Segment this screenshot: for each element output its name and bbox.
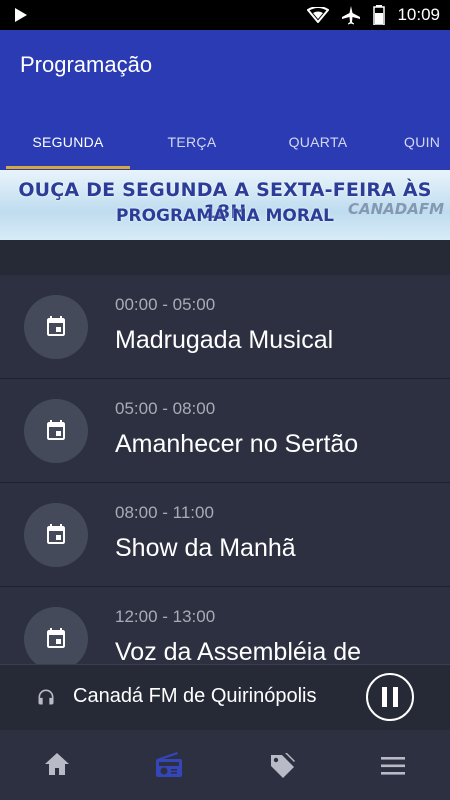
calendar-icon [47, 524, 65, 544]
pause-button[interactable] [366, 673, 414, 721]
play-icon [15, 8, 27, 22]
radio-icon[interactable] [155, 752, 183, 778]
airplane-icon [342, 6, 361, 25]
headphones-icon [38, 689, 54, 705]
banner-logo: CANADAFM [347, 200, 444, 218]
station-name: Canadá FM de Quirinópolis [73, 685, 317, 707]
day-tabs: SEGUNDA TERÇA QUARTA QUIN [0, 122, 450, 170]
calendar-icon [47, 420, 65, 440]
schedule-item[interactable]: 00:00 - 05:00 Madrugada Musical [0, 275, 450, 379]
schedule-avatar [24, 295, 88, 359]
schedule-list: 00:00 - 05:00 Madrugada Musical 05:00 - … [0, 275, 450, 665]
schedule-title: Amanhecer no Sertão [115, 430, 359, 458]
calendar-icon [47, 316, 65, 336]
status-bar: 10:09 [0, 0, 450, 30]
tab-terca[interactable]: TERÇA [130, 122, 254, 170]
status-time: 10:09 [397, 5, 440, 24]
calendar-icon [47, 628, 65, 648]
schedule-time: 12:00 - 13:00 [115, 607, 216, 626]
schedule-item[interactable]: 12:00 - 13:00 Voz da Assembléia de [0, 587, 450, 665]
schedule-title: Madrugada Musical [115, 326, 334, 354]
schedule-title: Show da Manhã [115, 534, 296, 562]
schedule-time: 00:00 - 05:00 [115, 295, 216, 314]
pause-icon [382, 687, 398, 707]
schedule-title: Voz da Assembléia de [115, 638, 361, 665]
tab-quarta[interactable]: QUARTA [256, 122, 380, 170]
tab-quinta[interactable]: QUIN [404, 122, 450, 170]
home-icon[interactable] [44, 752, 70, 776]
promo-banner[interactable]: OUÇA DE SEGUNDA A SEXTA-FEIRA ÀS 18H PRO… [0, 170, 450, 240]
app-bar: Programação SEGUNDA TERÇA QUARTA QUIN [0, 30, 450, 170]
schedule-time: 05:00 - 08:00 [115, 399, 216, 418]
active-tab-indicator [6, 166, 130, 169]
schedule-avatar [24, 607, 88, 665]
schedule-avatar [24, 399, 88, 463]
schedule-time: 08:00 - 11:00 [115, 503, 214, 522]
page-title: Programação [20, 52, 153, 77]
list-spacer [0, 240, 450, 275]
tab-segunda[interactable]: SEGUNDA [6, 122, 130, 170]
wifi-icon [307, 7, 330, 23]
battery-icon [373, 5, 386, 25]
bottom-navigation [0, 730, 450, 800]
schedule-item[interactable]: 08:00 - 11:00 Show da Manhã [0, 483, 450, 587]
schedule-avatar [24, 503, 88, 567]
menu-icon[interactable] [381, 757, 405, 775]
tag-icon[interactable] [268, 752, 296, 780]
now-playing-bar[interactable]: Canadá FM de Quirinópolis [0, 664, 450, 731]
schedule-item[interactable]: 05:00 - 08:00 Amanhecer no Sertão [0, 379, 450, 483]
